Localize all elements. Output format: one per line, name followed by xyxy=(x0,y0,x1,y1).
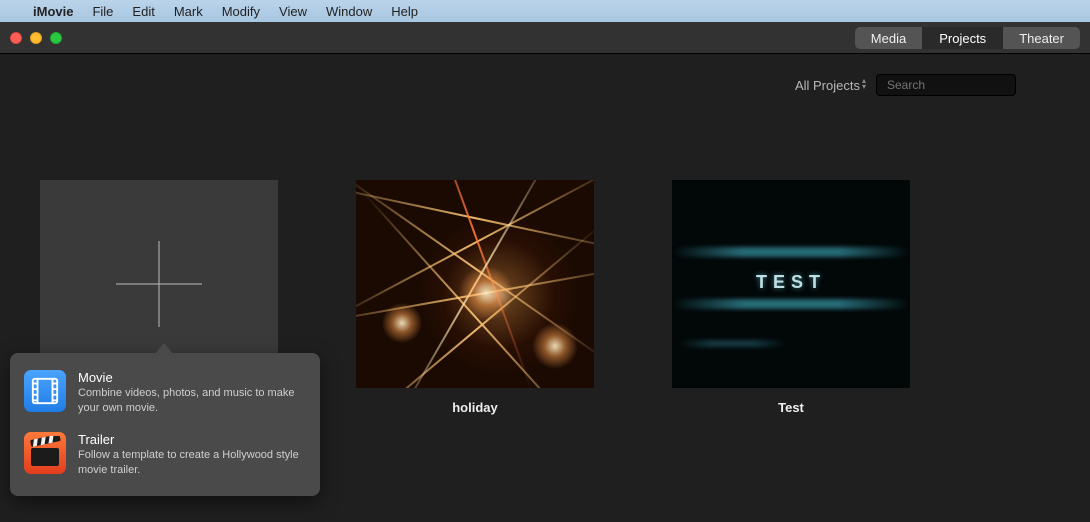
popover-option-description: Follow a template to create a Hollywood … xyxy=(78,448,306,478)
menu-view[interactable]: View xyxy=(279,4,307,19)
project-filter-dropdown[interactable]: All Projects xyxy=(795,78,866,93)
plus-icon xyxy=(116,241,202,327)
popover-option-trailer[interactable]: Trailer Follow a template to create a Ho… xyxy=(24,427,306,483)
popover-option-text: Trailer Follow a template to create a Ho… xyxy=(78,432,306,478)
menu-window[interactable]: Window xyxy=(326,4,372,19)
window-close-button[interactable] xyxy=(10,32,22,44)
projects-toolbar: All Projects xyxy=(0,54,1090,116)
library-view-segmented-control: Media Projects Theater xyxy=(855,27,1080,49)
search-input[interactable] xyxy=(887,78,1042,92)
window-titlebar: Media Projects Theater xyxy=(0,22,1090,54)
project-card[interactable]: holiday xyxy=(356,180,594,415)
popover-option-movie[interactable]: Movie Combine videos, photos, and music … xyxy=(24,365,306,421)
project-title: holiday xyxy=(452,400,498,415)
project-thumbnail[interactable] xyxy=(356,180,594,388)
menu-modify[interactable]: Modify xyxy=(222,4,260,19)
project-card[interactable]: TEST Test xyxy=(672,180,910,415)
project-thumbnail[interactable]: TEST xyxy=(672,180,910,388)
window-minimize-button[interactable] xyxy=(30,32,42,44)
popover-option-title: Trailer xyxy=(78,432,306,447)
trailer-clapper-icon xyxy=(24,432,66,474)
menu-file[interactable]: File xyxy=(92,4,113,19)
window-fullscreen-button[interactable] xyxy=(50,32,62,44)
menu-edit[interactable]: Edit xyxy=(132,4,154,19)
tab-projects[interactable]: Projects xyxy=(923,27,1002,49)
project-thumbnail-overlay-text: TEST xyxy=(756,272,826,293)
create-project-popover: Movie Combine videos, photos, and music … xyxy=(10,353,320,496)
app-menu[interactable]: iMovie xyxy=(33,4,73,19)
menu-mark[interactable]: Mark xyxy=(174,4,203,19)
project-filter-label: All Projects xyxy=(795,78,860,93)
macos-menubar: iMovie File Edit Mark Modify View Window… xyxy=(0,0,1090,22)
project-title: Test xyxy=(778,400,804,415)
popover-option-text: Movie Combine videos, photos, and music … xyxy=(78,370,306,416)
traffic-lights xyxy=(10,32,62,44)
movie-icon xyxy=(24,370,66,412)
tab-media[interactable]: Media xyxy=(855,27,922,49)
search-field[interactable] xyxy=(876,74,1016,96)
tab-theater[interactable]: Theater xyxy=(1003,27,1080,49)
popover-option-description: Combine videos, photos, and music to mak… xyxy=(78,386,306,416)
menu-help[interactable]: Help xyxy=(391,4,418,19)
updown-arrows-icon xyxy=(862,78,866,90)
popover-option-title: Movie xyxy=(78,370,306,385)
